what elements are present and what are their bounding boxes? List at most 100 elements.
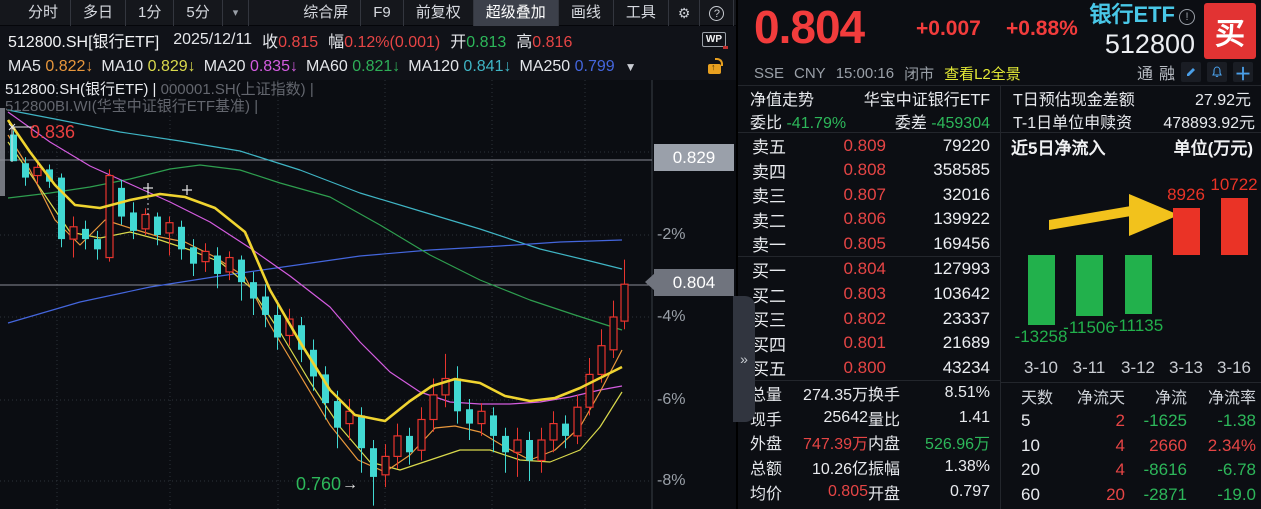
- chart-canvas: 0.8360.760→: [0, 80, 736, 509]
- quote-info-bar: 512800.SH[银行ETF] 2025/12/11 收0.815 幅0.12%…: [0, 26, 736, 53]
- stat-row: 总量274.35万换手8.51%: [738, 381, 1000, 406]
- buy-level-row[interactable]: 买一0.804127993: [738, 257, 1000, 282]
- tab-tool-2[interactable]: 前复权: [404, 0, 474, 26]
- period-tabs: 分时多日1分5分: [16, 0, 223, 26]
- flow-bar-value: 10722: [1199, 175, 1261, 195]
- fundflow-column: T日预估现金差额 27.92元 T-1日单位申赎资 478893.92元 近5日…: [1001, 86, 1261, 509]
- help-icon[interactable]: ?: [700, 0, 734, 26]
- flow-chart-header: 近5日净流入 单位(万元): [1001, 133, 1261, 160]
- svg-text:→: →: [342, 476, 358, 493]
- flow-stats-table: 天数净流天净流净流率52-1625-1.3810426602.34%204-86…: [1001, 383, 1261, 507]
- buy-level-row[interactable]: 买五0.80043234: [738, 355, 1000, 380]
- sell-level-row[interactable]: 卖五0.80979220: [738, 133, 1000, 158]
- tab-tool-3[interactable]: 超级叠加: [474, 0, 559, 26]
- flow-date-label: 3-11: [1062, 358, 1116, 378]
- flow-bar: [1221, 198, 1248, 255]
- svg-text:0.836: 0.836: [30, 122, 75, 142]
- fund-row-t1: T-1日单位申赎资 478893.92元: [1001, 109, 1261, 132]
- last-price: 0.804: [754, 0, 864, 54]
- stat-row: 外盘747.39万内盘526.96万: [738, 430, 1000, 455]
- sell-level-row[interactable]: 卖三0.80732016: [738, 182, 1000, 207]
- fund-row-t: T日预估现金差额 27.92元: [1001, 86, 1261, 109]
- ma-dropdown-icon[interactable]: ▼: [625, 60, 637, 74]
- l2-panorama-link[interactable]: 查看L2全景: [944, 63, 1021, 84]
- tab-period-0[interactable]: 分时: [16, 0, 71, 26]
- price-badge-upper: 0.829: [654, 144, 734, 171]
- sell-level-row[interactable]: 卖四0.808358585: [738, 158, 1000, 183]
- tab-tool-1[interactable]: F9: [361, 0, 404, 26]
- pct-tick-label: -8%: [657, 472, 685, 490]
- quote-panel: 0.804 +0.007 +0.88% 银行ETF! 512800 买 SSE …: [736, 0, 1261, 509]
- ma-ma60: MA60 0.821↓: [306, 58, 400, 76]
- ohlc-fields: 收0.815幅0.12%(0.001)开0.813高0.816: [262, 28, 582, 52]
- orderbook-column: 净值走势 华宝中证银行ETF 委比 -41.79% 委差 -459304 卖五0…: [738, 86, 1001, 509]
- ma-values: MA5 0.822↓MA10 0.829↓MA20 0.835↓MA60 0.8…: [8, 58, 623, 76]
- flow-bar: [1076, 255, 1103, 316]
- tab-period-1[interactable]: 多日: [71, 0, 126, 26]
- quote-header: 0.804 +0.007 +0.88% 银行ETF! 512800 买: [738, 0, 1261, 62]
- quote-action-icons: 通 融 ＋: [1137, 60, 1253, 84]
- info-icon[interactable]: !: [1179, 9, 1195, 25]
- trading-terminal: 分时多日1分5分 ▾ 综合屏F9前复权超级叠加画线工具 ⚙ ? » 512800…: [0, 0, 1261, 509]
- weibi-label: 委比: [750, 115, 782, 132]
- weicha-value: -459304: [931, 115, 990, 132]
- flow-table-row: 10426602.34%: [1001, 434, 1261, 459]
- weicha-label: 委差: [895, 115, 927, 132]
- sell-level-row[interactable]: 卖一0.805169456: [738, 231, 1000, 256]
- flow-table-row: 6020-2871-19.0: [1001, 483, 1261, 508]
- buy-level-row[interactable]: 买二0.803103642: [738, 282, 1000, 307]
- t-cash-label: T日预估现金差额: [1013, 86, 1135, 110]
- buy-level-row[interactable]: 买四0.80121689: [738, 331, 1000, 356]
- tab-tool-5[interactable]: 工具: [614, 0, 669, 26]
- chart-header: 分时多日1分5分 ▾ 综合屏F9前复权超级叠加画线工具 ⚙ ? » 512800…: [0, 0, 736, 80]
- stat-row: 均价0.805开盘0.797: [738, 479, 1000, 504]
- buy-level-row[interactable]: 买三0.80223337: [738, 306, 1000, 331]
- period-dropdown-caret-icon[interactable]: ▾: [223, 0, 250, 26]
- alert-bell-icon[interactable]: [1207, 62, 1227, 82]
- weibi-value: -41.79%: [786, 115, 846, 132]
- left-axis-strip: [0, 108, 5, 196]
- edit-pencil-icon[interactable]: [1181, 62, 1201, 82]
- pct-tick-label: -2%: [657, 226, 685, 244]
- tab-tool-0[interactable]: 综合屏: [291, 0, 361, 26]
- tab-period-2[interactable]: 1分: [126, 0, 174, 26]
- last-price-badge: 0.804: [654, 269, 734, 296]
- nav-label: 净值走势: [750, 86, 814, 110]
- stat-row: 现手25642量比1.41: [738, 406, 1000, 431]
- currency-label: CNY: [794, 65, 826, 82]
- flow-date-label: 3-16: [1207, 358, 1261, 378]
- wp-monitor-icon[interactable]: WP: [702, 32, 726, 47]
- tab-period-3[interactable]: 5分: [174, 0, 222, 26]
- symbol-label: 512800.SH[银行ETF]: [8, 28, 159, 52]
- candlestick-chart[interactable]: 0.8360.760→ 512800.SH(银行ETF) | 000001.SH…: [0, 80, 736, 509]
- flow-date-label: 3-12: [1111, 358, 1165, 378]
- tab-tool-4[interactable]: 画线: [559, 0, 614, 26]
- flow-date-label: 3-13: [1159, 358, 1213, 378]
- flow-title: 近5日净流入: [1011, 134, 1105, 159]
- stat-row: 总额10.26亿振幅1.38%: [738, 455, 1000, 480]
- field-开: 开0.813: [450, 28, 506, 52]
- field-收: 收0.815: [262, 28, 318, 52]
- gear-icon[interactable]: ⚙: [669, 0, 701, 26]
- price-change-percent: +0.88%: [1006, 17, 1078, 41]
- pct-tick-label: -4%: [657, 308, 685, 326]
- flow-bar-chart: -132583-10-115063-11-111353-1289263-1310…: [1001, 160, 1261, 382]
- instrument-code: 512800: [1089, 31, 1195, 57]
- buy-button[interactable]: 买: [1204, 3, 1256, 59]
- ma-indicator-bar: MA5 0.822↓MA10 0.829↓MA20 0.835↓MA60 0.8…: [0, 53, 736, 80]
- add-plus-icon[interactable]: ＋: [1233, 62, 1253, 82]
- field-幅: 幅0.12%(0.001): [328, 28, 440, 52]
- t1-unit-value: 478893.92元: [1163, 109, 1255, 133]
- sell-level-row[interactable]: 卖二0.806139922: [738, 207, 1000, 232]
- unlock-icon[interactable]: [708, 59, 724, 75]
- market-status-bar: SSE CNY 15:00:16 闭市 查看L2全景: [754, 62, 1021, 84]
- session-state: 闭市: [904, 63, 934, 84]
- flow-bar: [1173, 208, 1200, 255]
- flow-table-header: 天数净流天净流净流率: [1001, 383, 1261, 409]
- crosshair-date: 2025/12/11: [173, 31, 252, 49]
- panel-collapse-handle[interactable]: »: [733, 296, 755, 422]
- sell-levels: 卖五0.80979220卖四0.808358585卖三0.80732016卖二0…: [738, 133, 1000, 256]
- nav-fund-name: 华宝中证银行ETF: [864, 86, 990, 110]
- margin-tag-tong: 通: [1137, 60, 1153, 84]
- ma-ma10: MA10 0.829↓: [101, 58, 195, 76]
